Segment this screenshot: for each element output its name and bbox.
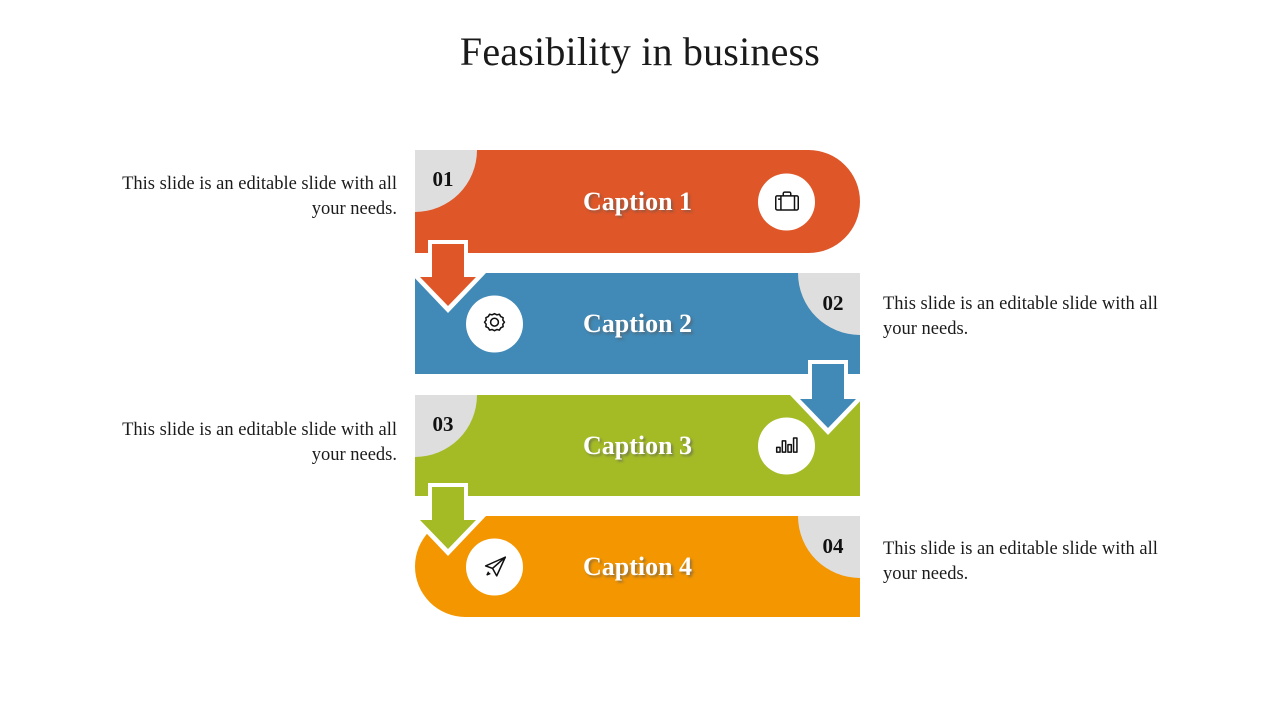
bar-chart-icon [772,431,802,461]
gear-icon [480,309,509,338]
row-3-number: 03 [432,411,454,436]
row-3-icon-circle[interactable] [758,417,815,474]
row-1-icon-circle[interactable] [758,173,815,230]
process-row-1[interactable]: 01 Caption 1 [415,150,860,253]
process-row-3[interactable]: 03 Caption 3 [415,395,860,496]
row-2-number: 02 [822,290,844,315]
row-4-number: 04 [822,533,844,558]
description-3: This slide is an editable slide with all… [122,420,397,465]
row-4-icon-circle[interactable] [466,538,523,595]
slide-canvas: Feasibility in business 01 Caption 1 02 … [0,0,1280,720]
description-2: This slide is an editable slide with all… [883,294,1158,339]
description-4: This slide is an editable slide with all… [883,539,1158,584]
row-2-icon-circle[interactable] [466,295,523,352]
description-1: This slide is an editable slide with all… [122,174,397,219]
process-diagram: 01 Caption 1 02 Caption 2 03 Caption 3 0… [0,0,1280,720]
process-row-2[interactable]: 02 Caption 2 [415,273,860,374]
process-row-4[interactable]: 04 Caption 4 [415,516,860,617]
paper-plane-icon [480,552,510,582]
briefcase-icon [772,187,802,217]
row-1-number: 01 [432,166,454,191]
